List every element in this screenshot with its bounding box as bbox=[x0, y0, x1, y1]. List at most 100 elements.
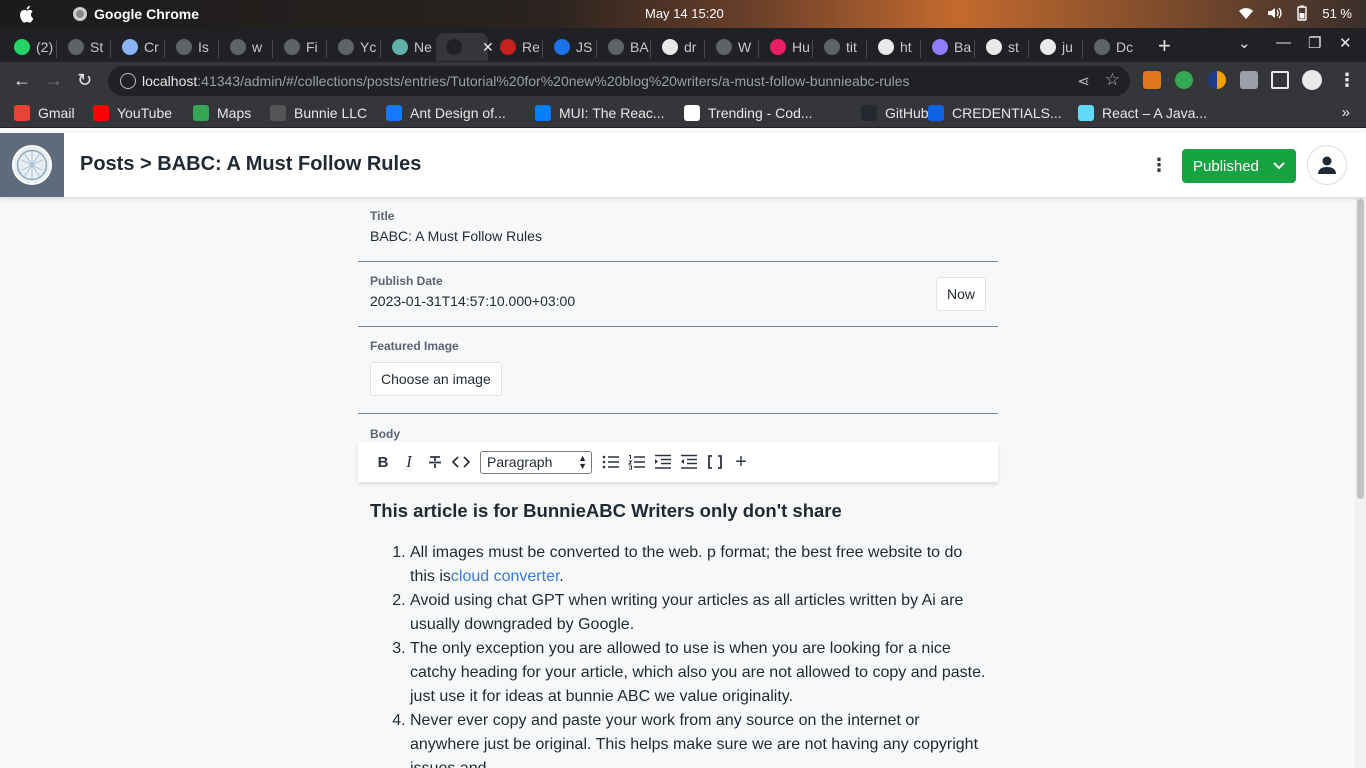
new-tab-button[interactable]: + bbox=[1158, 33, 1171, 59]
minimize-window-icon[interactable]: — bbox=[1276, 34, 1291, 51]
publish-status-label: Published bbox=[1193, 157, 1259, 175]
green-extension-icon[interactable] bbox=[1175, 71, 1193, 89]
body-label: Body bbox=[370, 427, 400, 441]
browser-tab[interactable]: Fi bbox=[274, 33, 326, 61]
title-field[interactable]: Title BABC: A Must Follow Rules bbox=[358, 197, 998, 262]
tab-separator bbox=[380, 40, 381, 58]
reload-button[interactable]: ↻ bbox=[77, 70, 92, 91]
browser-tab[interactable]: tit bbox=[814, 33, 866, 61]
now-button[interactable]: Now bbox=[935, 277, 986, 311]
browser-tab[interactable]: st bbox=[976, 33, 1028, 61]
italic-button[interactable]: I bbox=[396, 450, 422, 474]
close-window-icon[interactable]: ✕ bbox=[1339, 34, 1352, 52]
bookmark-item[interactable]: React – A Java... bbox=[1078, 105, 1207, 121]
strikethrough-button[interactable] bbox=[422, 450, 448, 474]
browser-tab[interactable]: Re bbox=[490, 33, 542, 61]
bookmark-item[interactable]: MUI: The Reac... bbox=[535, 105, 665, 121]
more-options-icon[interactable]: ⋮ bbox=[1150, 155, 1168, 176]
address-url[interactable]: localhost:41343/admin/#/collections/post… bbox=[142, 73, 910, 89]
browser-tab[interactable]: ju bbox=[1030, 33, 1082, 61]
tab-label: w bbox=[252, 39, 263, 55]
browser-tab[interactable]: Dc bbox=[1084, 33, 1136, 61]
browser-tab[interactable]: w bbox=[220, 33, 272, 61]
bulleted-list-button[interactable] bbox=[598, 450, 624, 474]
bold-button[interactable]: B bbox=[370, 450, 396, 474]
browser-tab[interactable]: ✕ bbox=[436, 33, 494, 61]
publish-status-button[interactable]: Published bbox=[1182, 149, 1296, 183]
volume-icon[interactable] bbox=[1266, 5, 1283, 21]
browser-tab[interactable]: St bbox=[58, 33, 110, 61]
user-avatar-button[interactable] bbox=[1307, 145, 1347, 185]
bookmark-label: Gmail bbox=[38, 105, 75, 121]
tab-search-icon[interactable]: ⌄ bbox=[1238, 34, 1251, 52]
tab-label: Hu bbox=[792, 39, 810, 55]
scrollbar-thumb[interactable] bbox=[1357, 199, 1364, 499]
code-block-button[interactable] bbox=[702, 450, 728, 474]
share-icon[interactable]: ⋖ bbox=[1077, 72, 1090, 90]
tab-favicon-icon bbox=[392, 39, 408, 55]
publish-date-input[interactable]: 2023-01-31T14:57:10.000+03:00 bbox=[370, 293, 986, 309]
active-app-name[interactable]: Google Chrome bbox=[94, 6, 199, 22]
profile-icon[interactable] bbox=[1302, 70, 1322, 90]
tab-label: Is bbox=[198, 39, 209, 55]
browser-toolbar: ← → ↻ localhost:41343/admin/#/collection… bbox=[0, 62, 1366, 100]
battery-icon[interactable] bbox=[1294, 5, 1310, 21]
publish-date-field[interactable]: Publish Date 2023-01-31T14:57:10.000+03:… bbox=[358, 262, 998, 327]
indent-button[interactable] bbox=[650, 450, 676, 474]
bookmark-item[interactable]: Trending - Cod... bbox=[684, 105, 813, 121]
tab-favicon-icon bbox=[932, 39, 948, 55]
bookmark-favicon-icon bbox=[535, 105, 551, 121]
bookmark-favicon-icon bbox=[386, 105, 402, 121]
add-component-button[interactable]: + bbox=[728, 450, 754, 474]
back-button[interactable]: ← bbox=[13, 70, 31, 91]
cloud-converter-link[interactable]: cloud converter bbox=[451, 568, 560, 585]
bookmark-item[interactable]: GitHub bbox=[861, 105, 929, 121]
apple-icon[interactable] bbox=[18, 4, 36, 24]
bookmark-item[interactable]: CREDENTIALS... bbox=[928, 105, 1062, 121]
address-bar[interactable]: localhost:41343/admin/#/collections/post… bbox=[108, 66, 1130, 96]
title-input[interactable]: BABC: A Must Follow Rules bbox=[370, 228, 986, 244]
forward-button[interactable]: → bbox=[45, 70, 63, 91]
browser-tab[interactable]: JS bbox=[544, 33, 596, 61]
wifi-icon[interactable] bbox=[1238, 5, 1254, 21]
metamask-extension-icon[interactable] bbox=[1143, 71, 1161, 89]
browser-tab[interactable]: Ba bbox=[922, 33, 974, 61]
extension-icon[interactable] bbox=[1208, 71, 1226, 89]
maximize-window-icon[interactable]: ❐ bbox=[1308, 34, 1321, 52]
browser-tab[interactable]: ht bbox=[868, 33, 920, 61]
code-button[interactable] bbox=[448, 450, 474, 474]
browser-tab[interactable]: Is bbox=[166, 33, 218, 61]
more-bookmarks-icon[interactable]: » bbox=[1342, 104, 1350, 121]
site-info-icon[interactable] bbox=[120, 73, 136, 89]
browser-tab[interactable]: (2) bbox=[4, 33, 56, 61]
numbered-list-button[interactable] bbox=[624, 450, 650, 474]
clock[interactable]: May 14 15:20 bbox=[645, 6, 724, 21]
bookmark-star-icon[interactable]: ☆ bbox=[1105, 70, 1120, 90]
bookmark-label: GitHub bbox=[885, 105, 929, 121]
tab-separator bbox=[542, 40, 543, 58]
browser-tab[interactable]: BA bbox=[598, 33, 650, 61]
side-panel-icon[interactable] bbox=[1271, 71, 1289, 89]
browser-tab[interactable]: W bbox=[706, 33, 758, 61]
bookmark-item[interactable]: YouTube bbox=[93, 105, 172, 121]
cms-logo-button[interactable] bbox=[0, 133, 64, 197]
choose-image-button[interactable]: Choose an image bbox=[370, 362, 502, 396]
outdent-button[interactable] bbox=[676, 450, 702, 474]
browser-tab[interactable]: Cr bbox=[112, 33, 164, 61]
bookmark-item[interactable]: Maps bbox=[193, 105, 251, 121]
block-type-select[interactable]: Paragraph ▲ ▼ bbox=[480, 450, 592, 474]
browser-tab[interactable]: Ne bbox=[382, 33, 434, 61]
tab-label: St bbox=[90, 39, 104, 55]
browser-tab[interactable]: Hu bbox=[760, 33, 812, 61]
bookmark-item[interactable]: Gmail bbox=[14, 105, 75, 121]
browser-tab[interactable]: Yc bbox=[328, 33, 380, 61]
body-editor-content[interactable]: This article is for BunnieABC Writers on… bbox=[370, 500, 990, 768]
browser-tab[interactable]: dr bbox=[652, 33, 704, 61]
rules-list: All images must be converted to the web.… bbox=[370, 541, 990, 768]
chrome-menu-icon[interactable]: ⋮ bbox=[1338, 70, 1356, 91]
bookmark-item[interactable]: Ant Design of... bbox=[386, 105, 506, 121]
extensions-puzzle-icon[interactable] bbox=[1240, 71, 1258, 89]
tab-favicon-icon bbox=[338, 39, 354, 55]
bookmark-item[interactable]: Bunnie LLC bbox=[270, 105, 367, 121]
page-scrollbar[interactable] bbox=[1355, 197, 1366, 768]
